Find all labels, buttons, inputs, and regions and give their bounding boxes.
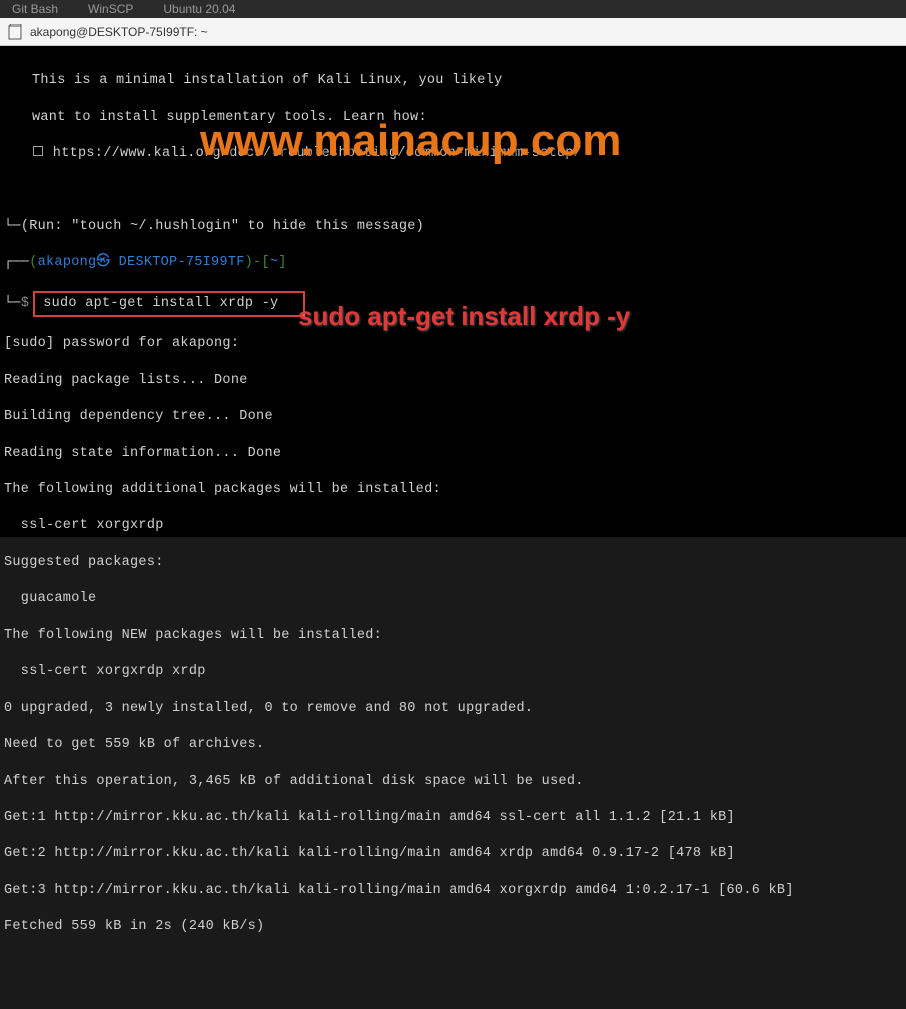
output-line: Get:3 http://mirror.kku.ac.th/kali kali-… <box>4 882 902 900</box>
output-line: Building dependency tree... Done <box>4 408 902 426</box>
motd-line: This is a minimal installation of Kali L… <box>32 72 902 90</box>
window-title-bar[interactable]: akapong@DESKTOP-75I99TF: ~ <box>0 18 906 46</box>
blank-line <box>4 182 902 200</box>
taskbar-item-ubuntu[interactable]: Ubuntu 20.04 <box>163 2 235 16</box>
window-title: akapong@DESKTOP-75I99TF: ~ <box>30 25 208 39</box>
output-line: 0 upgraded, 3 newly installed, 0 to remo… <box>4 700 902 718</box>
output-line: After this operation, 3,465 kB of additi… <box>4 773 902 791</box>
output-line: Reading package lists... Done <box>4 372 902 390</box>
output-line: ssl-cert xorgxrdp xrdp <box>4 663 902 681</box>
output-line: Get:2 http://mirror.kku.ac.th/kali kali-… <box>4 845 902 863</box>
motd-line: want to install supplementary tools. Lea… <box>32 109 902 127</box>
taskbar-item-winscp[interactable]: WinSCP <box>88 2 133 16</box>
output-line: Reading state information... Done <box>4 445 902 463</box>
sudo-prompt: [sudo] password for akapong: <box>4 335 902 353</box>
command-line: └─$sudo apt-get install xrdp -y <box>4 291 902 317</box>
output-line: Fetched 559 kB in 2s (240 kB/s) <box>4 918 902 936</box>
taskbar: Git Bash WinSCP Ubuntu 20.04 <box>0 0 906 18</box>
taskbar-item-gitbash[interactable]: Git Bash <box>12 2 58 16</box>
hushlogin-hint: └─(Run: "touch ~/.hushlogin" to hide thi… <box>4 218 902 236</box>
output-line: The following NEW packages will be insta… <box>4 627 902 645</box>
terminal-icon <box>8 24 22 40</box>
motd-line: ☐ https://www.kali.org/docs/troubleshoot… <box>32 145 902 163</box>
prompt-line: ┌──(akapong㉿ DESKTOP-75I99TF)-[~] <box>4 254 902 272</box>
output-line: The following additional packages will b… <box>4 481 902 499</box>
output-line: Suggested packages: <box>4 554 902 572</box>
output-line: Get:1 http://mirror.kku.ac.th/kali kali-… <box>4 809 902 827</box>
command-highlight-box: sudo apt-get install xrdp -y <box>33 291 305 317</box>
output-line: ssl-cert xorgxrdp <box>4 517 902 535</box>
output-line: Need to get 559 kB of archives. <box>4 736 902 754</box>
output-line: guacamole <box>4 590 902 608</box>
terminal-output[interactable]: This is a minimal installation of Kali L… <box>0 46 906 537</box>
